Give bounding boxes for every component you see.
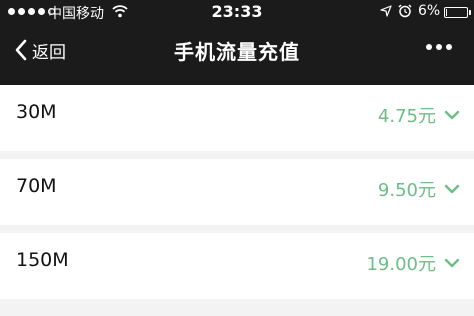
more-dot-icon: [436, 44, 442, 50]
battery-percent: 6%: [418, 3, 441, 19]
list-item-70m[interactable]: 70M 9.50元: [0, 159, 474, 225]
more-options-button[interactable]: [426, 44, 452, 50]
battery-icon: [444, 7, 471, 18]
page-title: 手机流量充值: [174, 40, 300, 64]
list-item-150m[interactable]: 150M 19.00元: [0, 233, 474, 299]
more-dot-icon: [446, 44, 452, 50]
chevron-down-icon: [444, 110, 460, 120]
plan-size: 30M: [16, 101, 57, 123]
plan-price: 9.50元: [377, 180, 436, 201]
battery-level: [446, 9, 447, 16]
plan-size: 150M: [16, 249, 69, 271]
chevron-down-icon: [444, 184, 460, 194]
plan-price: 19.00元: [366, 254, 436, 275]
data-plan-list: 30M 4.75元 70M 9.50元 150M 19.00元: [0, 85, 474, 307]
list-item-30m[interactable]: 30M 4.75元: [0, 85, 474, 151]
location-arrow-icon: [380, 5, 392, 17]
screen: 中国移动 23:33 6% 返回 手机流量充值 30M 4.75元 70M 9.…: [0, 0, 474, 316]
alarm-clock-icon: [398, 4, 412, 18]
chevron-down-icon: [444, 258, 460, 268]
navigation-bar: 返回 手机流量充值: [0, 30, 474, 70]
plan-price: 4.75元: [377, 106, 436, 127]
more-dot-icon: [426, 44, 432, 50]
plan-size: 70M: [16, 175, 57, 197]
header: 中国移动 23:33 6% 返回 手机流量充值: [0, 0, 474, 85]
status-bar: 中国移动 23:33 6%: [0, 0, 474, 24]
